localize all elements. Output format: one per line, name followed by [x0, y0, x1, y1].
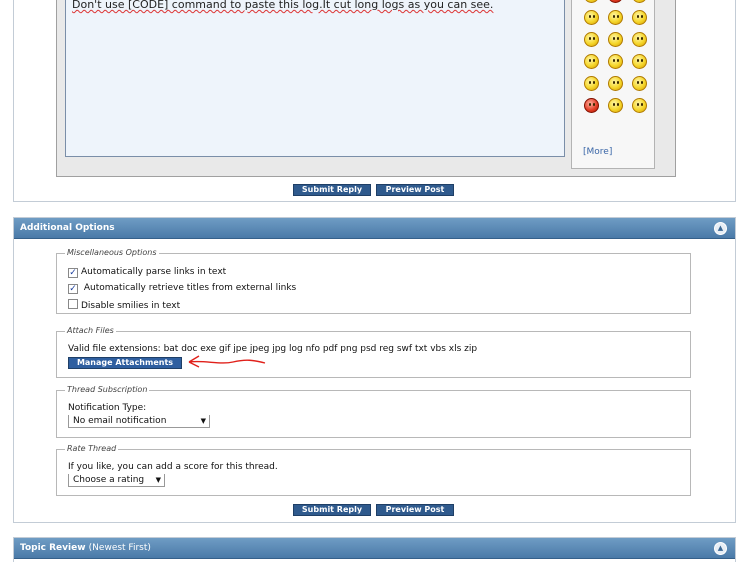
thread-subscription-fieldset: Thread Subscription Notification Type: N… [56, 385, 691, 438]
red-face-smilie-icon[interactable] [608, 10, 623, 25]
thread-subscription-legend: Thread Subscription [65, 385, 150, 394]
disable-smilies-checkbox[interactable] [68, 299, 78, 309]
evil-smilie-icon[interactable] [632, 98, 647, 113]
rating-value: Choose a rating [73, 475, 145, 485]
reply-editor-panel: Don't use [CODE] command to paste this l… [13, 0, 736, 202]
dropdown-arrow-icon: ▼ [155, 476, 161, 484]
dropdown-arrow-icon: ▼ [200, 417, 206, 425]
retrieve-titles-option[interactable]: ✓ Automatically retrieve titles from ext… [68, 283, 296, 294]
big-grin-smilie-icon[interactable] [632, 32, 647, 47]
wink-smilie-icon[interactable] [632, 0, 647, 3]
submit-reply-button-bottom[interactable]: Submit Reply [293, 504, 371, 516]
misc-options-fieldset: Miscellaneous Options ✓ Automatically par… [56, 248, 691, 314]
grin-smilie-icon[interactable] [608, 0, 623, 3]
collapse-icon[interactable]: ▲ [714, 222, 727, 235]
message-text: Don't use [CODE] command to paste this l… [72, 0, 494, 11]
topic-review-panel: Topic Review (Newest First) ▲ [13, 537, 736, 562]
cool-smilie-icon[interactable] [608, 32, 623, 47]
topic-review-title: Topic Review [20, 543, 86, 553]
editor-frame: Don't use [CODE] command to paste this l… [56, 0, 676, 177]
cheesy-smilie-icon[interactable] [608, 98, 623, 113]
preview-post-button-bottom[interactable]: Preview Post [376, 504, 454, 516]
smilie-box: [More] [571, 0, 655, 169]
notification-type-value: No email notification [73, 416, 167, 426]
laugh-smilie-icon[interactable] [584, 98, 599, 113]
parse-links-label: Automatically parse links in text [81, 267, 227, 277]
thumbs-smilie-icon[interactable] [608, 76, 623, 91]
rate-thread-fieldset: Rate Thread If you like, you can add a s… [56, 444, 691, 496]
tongue-smilie-icon[interactable] [632, 10, 647, 25]
preview-post-button[interactable]: Preview Post [376, 184, 454, 196]
disable-smilies-option[interactable]: Disable smilies in text [68, 299, 180, 311]
submit-reply-button[interactable]: Submit Reply [293, 184, 371, 196]
manage-attachments-button[interactable]: Manage Attachments [68, 357, 182, 369]
devil-smilie-icon[interactable] [632, 76, 647, 91]
more-smilies-link[interactable]: [More] [583, 147, 612, 157]
parse-links-option[interactable]: ✓ Automatically parse links in text [68, 267, 226, 278]
valid-extensions-text: Valid file extensions: bat doc exe gif j… [68, 344, 478, 354]
message-textarea[interactable]: Don't use [CODE] command to paste this l… [65, 0, 565, 157]
attach-files-fieldset: Attach Files Valid file extensions: bat … [56, 326, 691, 378]
misc-options-legend: Miscellaneous Options [65, 248, 159, 257]
notification-type-label: Notification Type: [68, 403, 147, 413]
rolleyes-smilie-icon[interactable] [584, 76, 599, 91]
disable-smilies-label: Disable smilies in text [81, 301, 181, 311]
attach-files-legend: Attach Files [65, 326, 116, 335]
parse-links-checkbox[interactable]: ✓ [68, 268, 78, 278]
roll-eyes-smilie-icon[interactable] [584, 32, 599, 47]
rate-thread-label: If you like, you can add a score for thi… [68, 462, 278, 472]
additional-options-title: Additional Options [20, 223, 115, 233]
frown-smilie-icon[interactable] [608, 54, 623, 69]
additional-options-panel: Additional Options ▲ Miscellaneous Optio… [13, 217, 736, 523]
mad-smilie-icon[interactable] [584, 10, 599, 25]
rating-select[interactable]: Choose a rating ▼ [68, 474, 165, 487]
topic-review-header[interactable]: Topic Review (Newest First) ▲ [14, 538, 735, 559]
eek-smilie-icon[interactable] [584, 54, 599, 69]
retrieve-titles-checkbox[interactable]: ✓ [68, 284, 78, 294]
additional-options-header: Additional Options ▲ [14, 218, 735, 239]
smile-smilie-icon[interactable] [584, 0, 599, 3]
retrieve-titles-label: Automatically retrieve titles from exter… [83, 283, 297, 293]
topic-review-subtitle: (Newest First) [88, 543, 151, 553]
rate-thread-legend: Rate Thread [65, 444, 119, 453]
confused-smilie-icon[interactable] [632, 54, 647, 69]
annotation-arrow-icon [188, 355, 266, 368]
collapse-icon[interactable]: ▲ [714, 542, 727, 555]
notification-type-select[interactable]: No email notification ▼ [68, 415, 210, 428]
